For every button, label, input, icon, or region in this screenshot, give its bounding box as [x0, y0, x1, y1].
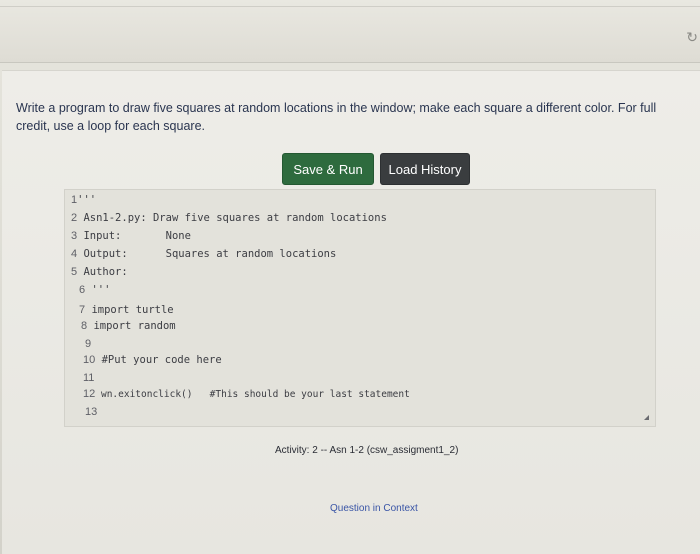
line-number: 9 [85, 338, 92, 350]
page: ↻ Write a program to draw five squares a… [0, 0, 700, 554]
code-line: 7 import turtle [79, 304, 174, 316]
code-line: 1''' [71, 194, 96, 206]
code-text: wn.exitonclick() #This should be your la… [100, 389, 410, 400]
code-line: 10 #Put your code here [83, 354, 222, 366]
code-text: Asn1-2.py: Draw five squares at random l… [83, 212, 387, 224]
code-text: #Put your code here [101, 354, 222, 366]
code-text: import random [93, 320, 176, 332]
code-line: 5 Author: [71, 266, 128, 278]
line-number: 11 [83, 372, 95, 384]
code-line: 6 ''' [79, 284, 110, 296]
code-line: 12 wn.exitonclick() #This should be your… [83, 388, 410, 400]
line-number: 13 [85, 406, 98, 418]
editor-resize-handle[interactable] [644, 415, 649, 420]
code-line: 2 Asn1-2.py: Draw five squares at random… [71, 212, 387, 224]
code-text: ''' [91, 284, 111, 296]
code-editor[interactable]: 1''' 2 Asn1-2.py: Draw five squares at r… [64, 189, 656, 427]
top-bar: ↻ [0, 0, 700, 63]
code-line: 4 Output: Squares at random locations [71, 248, 336, 260]
line-number: 10 [83, 354, 96, 366]
refresh-icon[interactable]: ↻ [686, 30, 698, 46]
line-number: 7 [79, 304, 86, 316]
line-number: 8 [81, 320, 88, 332]
code-text: Author: [83, 266, 128, 278]
load-history-button[interactable]: Load History [380, 153, 470, 185]
line-number: 5 [71, 266, 78, 278]
top-divider [0, 6, 700, 7]
code-line: 8 import random [81, 320, 176, 332]
save-run-button[interactable]: Save & Run [282, 153, 374, 185]
code-text: Input: None [83, 230, 191, 242]
code-line: 3 Input: None [71, 230, 191, 242]
code-text: import turtle [91, 304, 174, 316]
question-in-context-link[interactable]: Question in Context [330, 503, 418, 514]
code-text: ''' [77, 194, 97, 206]
code-line: 11 [83, 372, 101, 384]
line-number: 12 [83, 388, 96, 400]
line-number: 3 [71, 230, 78, 242]
activity-label: Activity: 2 -- Asn 1-2 (csw_assigment1_2… [275, 445, 459, 456]
line-number: 6 [79, 284, 86, 296]
code-text: Output: Squares at random locations [83, 248, 337, 260]
code-line: 13 [85, 406, 104, 418]
line-number: 4 [71, 248, 78, 260]
line-number: 2 [71, 212, 78, 224]
code-line: 9 [85, 338, 97, 350]
assignment-prompt: Write a program to draw five squares at … [16, 101, 657, 133]
assignment-card: Write a program to draw five squares at … [2, 70, 700, 554]
